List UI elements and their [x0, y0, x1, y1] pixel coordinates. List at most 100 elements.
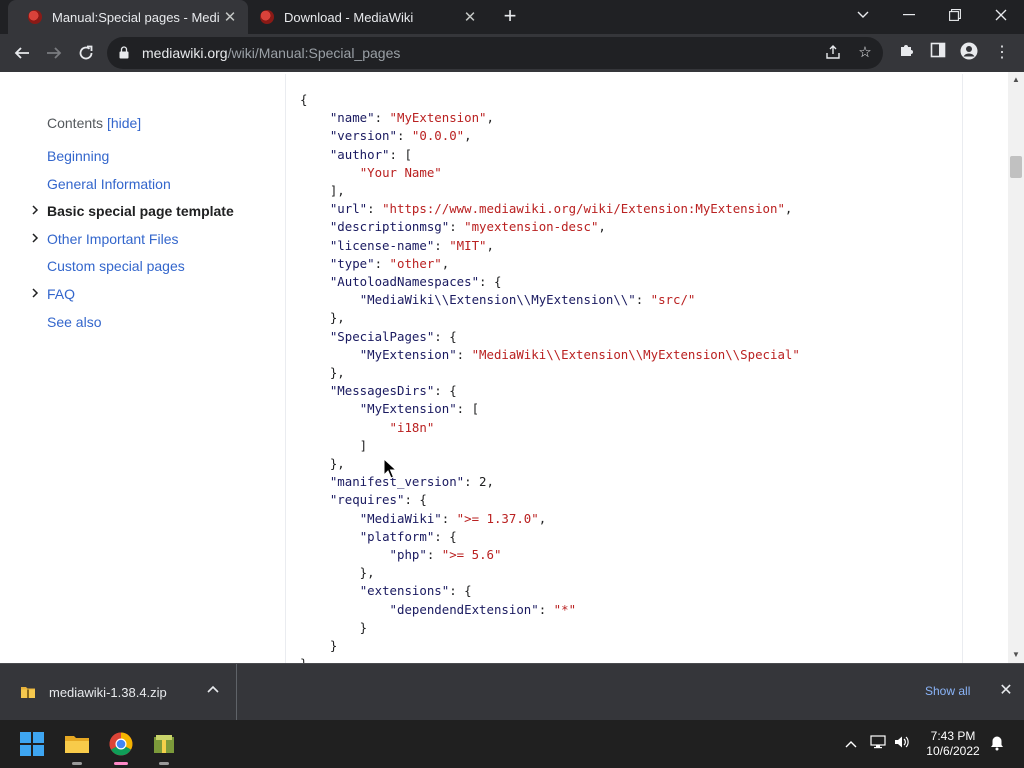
code-line: "AutoloadNamespaces": { [329, 274, 502, 290]
running-indicator [159, 762, 169, 765]
code-line: }, [300, 565, 375, 581]
download-shelf: mediawiki-1.38.4.zip Show all ✕ [0, 663, 1024, 720]
taskbar-clock[interactable]: 7:43 PM 10/6/2022 [918, 729, 988, 759]
mediawiki-favicon-icon [260, 10, 274, 24]
download-item[interactable]: mediawiki-1.38.4.zip [0, 664, 237, 720]
address-bar[interactable]: mediawiki.org/wiki/Manual:Special_pages … [107, 37, 883, 69]
code-line: "MyExtension": "MediaWiki\\Extension\\My… [359, 346, 800, 362]
code-line: "platform": { [359, 528, 457, 544]
scroll-down-arrow-icon[interactable]: ▼ [1008, 648, 1024, 662]
toc-item-basic-special-page-template[interactable]: Basic special page template [47, 203, 234, 219]
code-line: "MediaWiki": ">= 1.37.0", [359, 510, 547, 526]
page-scrollbar[interactable]: ▲ ▼ [1008, 72, 1024, 663]
active-app-indicator [114, 762, 128, 765]
notification-icon[interactable] [988, 735, 1006, 754]
tab-title: Manual:Special pages - MediaWiki [52, 9, 220, 25]
toc-item-see-also[interactable]: See also [47, 314, 101, 330]
code-line: "url": "https://www.mediawiki.org/wiki/E… [329, 201, 793, 217]
code-line: "MediaWiki\\Extension\\MyExtension\\": "… [359, 292, 696, 308]
code-line: "SpecialPages": { [329, 328, 457, 344]
chrome-icon[interactable] [105, 728, 137, 765]
toc-item-general-information[interactable]: General Information [47, 176, 171, 192]
minimize-button[interactable] [886, 0, 932, 30]
scroll-up-arrow-icon[interactable]: ▲ [1008, 73, 1024, 87]
scrollbar-thumb[interactable] [1010, 156, 1022, 178]
tab-strip: Manual:Special pages - MediaWiki ✕ Downl… [0, 0, 1024, 34]
zip-file-icon [21, 687, 35, 698]
browser-menu-icon[interactable]: ⋮ [991, 42, 1013, 64]
network-icon[interactable] [869, 735, 887, 752]
toc-item-other-important-files[interactable]: Other Important Files [47, 231, 179, 247]
chevron-right-icon[interactable] [30, 288, 40, 298]
code-line: "MessagesDirs": { [329, 383, 457, 399]
windows-taskbar: 7:43 PM 10/6/2022 [0, 720, 1024, 768]
show-all-downloads-link[interactable]: Show all [925, 684, 970, 698]
page-content: Contents [hide] Beginning General Inform… [0, 72, 1024, 663]
toc-item-custom-special-pages[interactable]: Custom special pages [47, 258, 185, 274]
table-of-contents: Contents [hide] Beginning General Inform… [0, 72, 285, 663]
forward-button[interactable] [41, 40, 67, 66]
extension-json-code: { "name": "MyExtension", "version": "0.0… [300, 91, 800, 663]
code-line: "version": "0.0.0", [329, 128, 472, 144]
close-tab-icon[interactable]: ✕ [220, 8, 240, 26]
mediawiki-favicon-icon [28, 10, 42, 24]
code-line: "i18n" [389, 419, 435, 435]
code-line: "dependendExtension": "*" [389, 601, 577, 617]
tab-manual-special-pages[interactable]: Manual:Special pages - MediaWiki ✕ [8, 0, 248, 34]
code-line: } [300, 656, 307, 663]
code-line: "descriptionmsg": "myextension-desc", [329, 219, 606, 235]
chevron-up-tray-icon[interactable] [842, 735, 860, 751]
code-line: }, [300, 310, 345, 326]
code-block: { "name": "MyExtension", "version": "0.0… [285, 74, 963, 663]
code-line: "author": [ [329, 146, 412, 162]
code-line: ], [300, 183, 345, 199]
chevron-up-icon[interactable] [206, 682, 220, 696]
restore-button[interactable] [932, 0, 978, 30]
code-line: }, [300, 456, 345, 472]
download-file-name: mediawiki-1.38.4.zip [49, 685, 167, 700]
share-icon[interactable] [824, 44, 842, 62]
code-line: } [300, 638, 338, 654]
clock-time: 7:43 PM [930, 729, 976, 743]
toc-hide-link[interactable]: [hide] [107, 115, 141, 131]
extensions-puzzle-icon[interactable] [895, 42, 917, 64]
mouse-pointer-icon [383, 458, 397, 479]
tab-download[interactable]: Download - MediaWiki ✕ [248, 0, 488, 34]
code-line: ] [300, 437, 368, 453]
chevron-right-icon[interactable] [30, 233, 40, 243]
chevron-right-icon[interactable] [30, 205, 40, 215]
close-window-button[interactable] [978, 0, 1024, 30]
code-line: "Your Name" [359, 164, 442, 180]
code-line: "type": "other", [329, 255, 450, 271]
new-tab-button[interactable]: + [498, 5, 522, 29]
code-line: "name": "MyExtension", [329, 110, 494, 126]
bookmark-star-icon[interactable]: ☆ [856, 44, 874, 62]
code-line: "php": ">= 5.6" [389, 547, 502, 563]
archive-app-icon[interactable] [148, 728, 180, 765]
back-button[interactable] [9, 40, 35, 66]
clock-date: 10/6/2022 [926, 744, 980, 758]
side-panel-icon[interactable] [927, 42, 949, 64]
close-download-shelf-icon[interactable]: ✕ [997, 680, 1015, 702]
windows-start-icon[interactable] [16, 728, 48, 760]
toc-item-faq[interactable]: FAQ [47, 286, 75, 302]
running-indicator [72, 762, 82, 765]
code-line: { [300, 92, 308, 107]
code-line: "license-name": "MIT", [329, 237, 494, 253]
close-tab-icon[interactable]: ✕ [460, 8, 480, 26]
lock-icon[interactable] [119, 46, 129, 59]
volume-icon[interactable] [893, 735, 911, 752]
url-text: mediawiki.org/wiki/Manual:Special_pages [142, 45, 401, 61]
profile-avatar-icon[interactable] [958, 42, 980, 64]
toc-item-beginning[interactable]: Beginning [47, 148, 109, 164]
file-explorer-icon[interactable] [61, 728, 93, 765]
tab-title: Download - MediaWiki [284, 9, 414, 25]
tab-search-icon[interactable] [840, 0, 886, 30]
reload-button[interactable] [73, 40, 99, 66]
toc-title: Contents [47, 115, 104, 131]
code-line: } [300, 619, 368, 635]
toc-heading: Contents [hide] [47, 115, 141, 131]
code-line: }, [300, 365, 345, 381]
browser-toolbar: mediawiki.org/wiki/Manual:Special_pages … [0, 34, 1024, 72]
code-line: "requires": { [329, 492, 427, 508]
